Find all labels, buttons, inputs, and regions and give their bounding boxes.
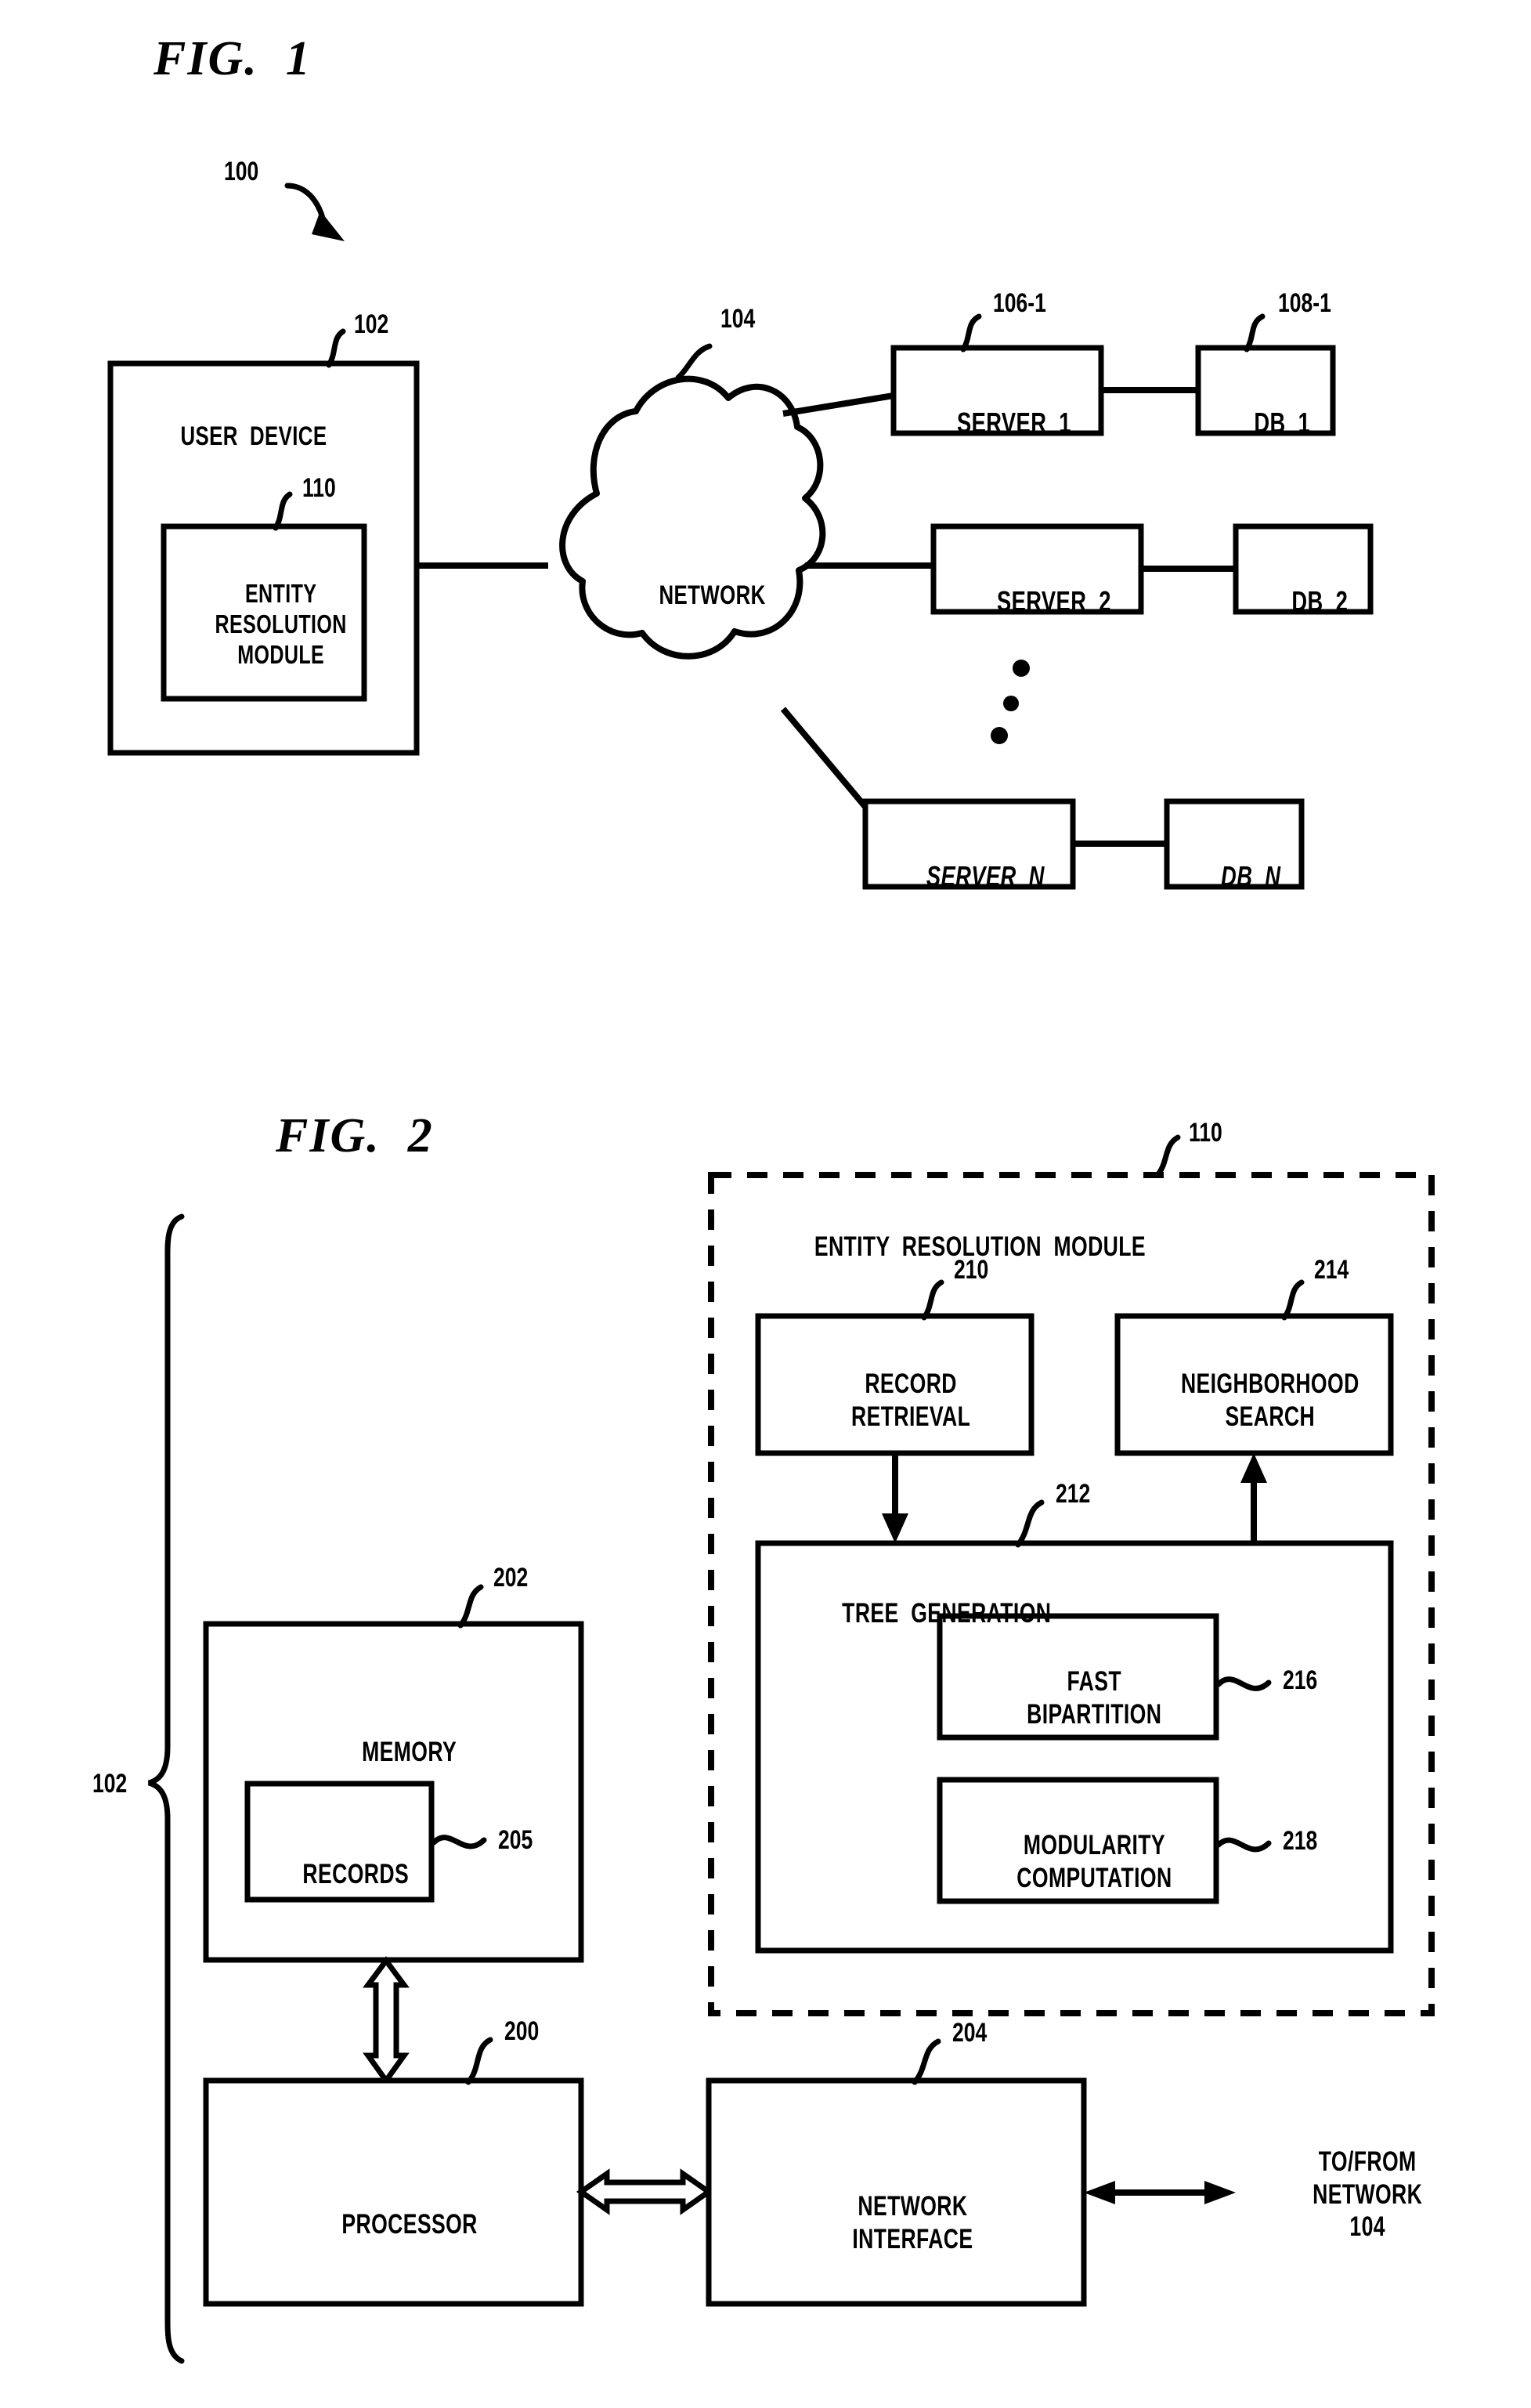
arrow-processor-network-interface — [576, 2168, 714, 2215]
server-1-label-text: SERVER 1 — [956, 407, 1071, 439]
ref-number-214: 214 — [1314, 1255, 1349, 1285]
patent-drawing-sheet: FIG. 1 100 USER DEVICE 102 ENTITY RESOLU… — [0, 0, 1531, 2408]
server-n-label: SERVER N — [865, 827, 1073, 927]
memory-label: MEMORY — [206, 1704, 581, 1801]
ref-number-110-fig2: 110 — [1189, 1118, 1222, 1148]
ref-leader-200 — [465, 2037, 493, 2085]
network-label: NETWORK — [595, 548, 799, 642]
fast-bipartition-label: FAST BIPARTITION — [940, 1633, 1216, 1763]
server-n-label-text: SERVER N — [926, 860, 1045, 893]
ref-number-106-1: 106-1 — [993, 288, 1046, 318]
db-2-label-text: DB 2 — [1291, 585, 1348, 618]
arrow-memory-processor — [363, 1956, 410, 2085]
modularity-computation-label: MODULARITY COMPUTATION — [940, 1797, 1216, 1926]
modularity-computation-label-text: MODULARITY COMPUTATION — [1016, 1830, 1172, 1893]
ref-number-102: 102 — [354, 309, 389, 339]
figure-1-title: FIG. 1 — [153, 32, 312, 85]
to-from-network-label-text: TO/FROM NETWORK 104 — [1313, 2146, 1423, 2242]
link-network-servern — [780, 707, 868, 809]
ref-leader-102 — [326, 328, 346, 368]
records-label-text: RECORDS — [302, 1859, 409, 1890]
ref-number-102-fig2: 102 — [92, 1769, 128, 1799]
ref-number-210: 210 — [954, 1255, 989, 1285]
arrow-to-from-network — [1084, 2181, 1236, 2204]
ref-number-216: 216 — [1283, 1665, 1318, 1695]
ref-number-110: 110 — [302, 473, 336, 503]
fast-bipartition-label-text: FAST BIPARTITION — [1026, 1666, 1162, 1730]
processor-label-text: PROCESSOR — [341, 2209, 478, 2240]
network-label-text: NETWORK — [659, 580, 766, 611]
server-1-label: SERVER 1 — [894, 374, 1101, 473]
db-1-label: DB 1 — [1198, 374, 1333, 473]
neighborhood-search-label: NEIGHBORHOOD SEARCH — [1118, 1336, 1391, 1465]
memory-label-text: MEMORY — [362, 1737, 457, 1768]
ref-leader-204 — [912, 2038, 941, 2085]
db-n-label: DB N — [1167, 827, 1302, 927]
figure-2-title: FIG. 2 — [276, 1109, 434, 1162]
ref-number-218: 218 — [1283, 1826, 1318, 1856]
server-2-label-text: SERVER 2 — [996, 585, 1111, 618]
network-interface-label-text: NETWORK INTERFACE — [851, 2191, 973, 2254]
db-2-label: DB 2 — [1236, 552, 1370, 652]
records-label: RECORDS — [247, 1826, 431, 1923]
server-list-ellipsis — [991, 660, 1030, 744]
ref-leader-100 — [284, 183, 345, 241]
user-device-label-text: USER DEVICE — [180, 421, 327, 452]
db-1-label-text: DB 1 — [1254, 407, 1310, 439]
tree-generation-label-text: TREE GENERATION — [842, 1598, 1052, 1629]
record-retrieval-label: RECORD RETRIEVAL — [758, 1336, 1031, 1465]
ref-leader-202 — [457, 1584, 484, 1629]
network-interface-label: NETWORK INTERFACE — [709, 2158, 1084, 2287]
ref-number-205: 205 — [498, 1825, 533, 1855]
ref-number-202: 202 — [493, 1563, 529, 1593]
ref-number-100: 100 — [224, 157, 259, 186]
ref-leader-110-fig2 — [1154, 1134, 1181, 1178]
record-retrieval-label-text: RECORD RETRIEVAL — [850, 1369, 971, 1432]
device-scope-brace-102 — [147, 1213, 185, 2364]
ref-leader-106-1 — [960, 313, 982, 353]
ref-number-204: 204 — [952, 2018, 988, 2048]
ref-leader-104 — [675, 343, 713, 381]
db-n-label-text: DB N — [1220, 860, 1281, 893]
ref-leader-108-1 — [1244, 313, 1266, 353]
ref-number-212: 212 — [1056, 1479, 1091, 1509]
ref-number-200: 200 — [504, 2016, 540, 2046]
ref-number-104: 104 — [720, 304, 756, 334]
entity-resolution-module-label-text: ENTITY RESOLUTION MODULE — [215, 578, 347, 669]
entity-resolution-module-label: ENTITY RESOLUTION MODULE — [164, 548, 364, 701]
neighborhood-search-label-text: NEIGHBORHOOD SEARCH — [1181, 1369, 1359, 1432]
ref-number-108-1: 108-1 — [1278, 288, 1331, 318]
processor-label: PROCESSOR — [206, 2176, 581, 2273]
to-from-network-label: TO/FROM NETWORK 104 — [1242, 2113, 1461, 2275]
link-network-server1 — [782, 392, 894, 417]
server-2-label: SERVER 2 — [933, 552, 1141, 652]
user-device-label: USER DEVICE — [126, 389, 385, 483]
